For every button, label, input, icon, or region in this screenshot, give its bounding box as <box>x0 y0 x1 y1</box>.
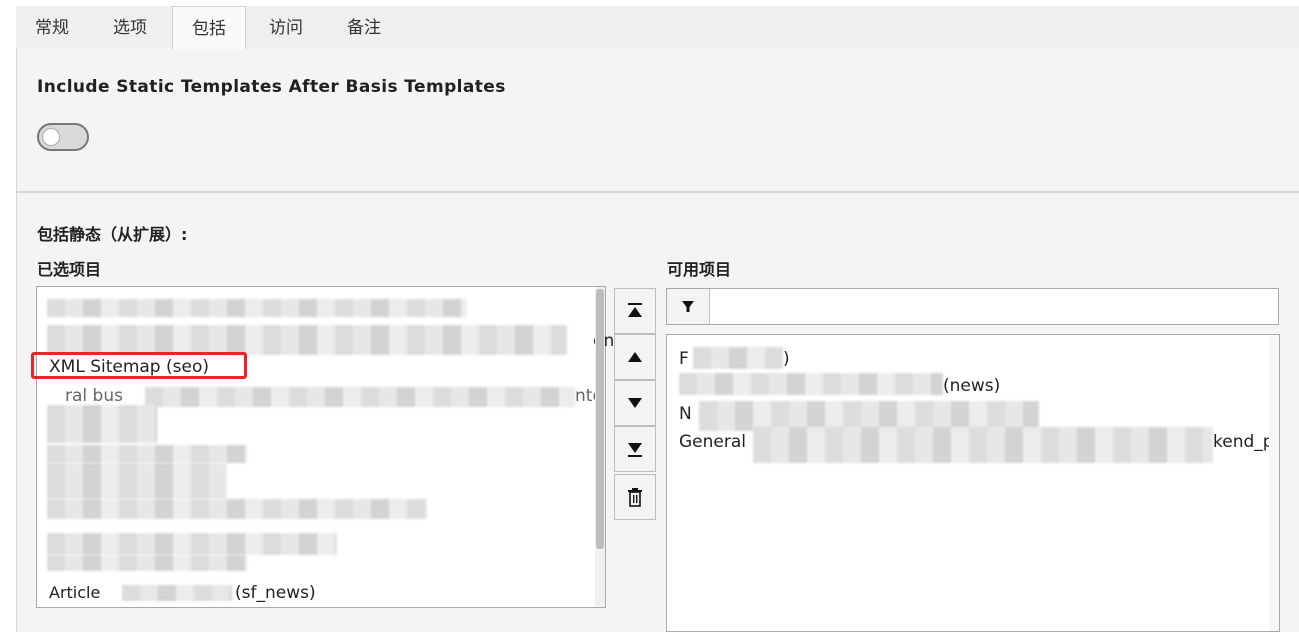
toggle-knob <box>42 128 60 146</box>
blurred-item <box>47 299 467 317</box>
move-down-button[interactable] <box>614 380 656 426</box>
tab-notes[interactable]: 备注 <box>328 6 400 50</box>
move-to-top-button[interactable] <box>614 288 656 334</box>
available-items-label: 可用项目 <box>667 260 732 279</box>
blurred-item <box>47 445 247 463</box>
blurred-item <box>47 405 157 443</box>
tab-bar: 常规 选项 包括 访问 备注 <box>16 6 1299 51</box>
selected-items-list[interactable]: ent XML Sitemap (seo) ral bus nte Articl… <box>36 286 621 608</box>
move-up-icon <box>628 352 642 362</box>
filter-icon <box>682 300 694 312</box>
list-item[interactable]: kend_p <box>1213 432 1274 452</box>
selected-items-label: 已选项目 <box>37 260 102 279</box>
include-after-basis-toggle[interactable] <box>37 123 89 151</box>
list-item[interactable]: (news) <box>943 376 1000 396</box>
move-to-top-icon <box>628 303 642 317</box>
move-up-button[interactable] <box>614 334 656 380</box>
blurred-item <box>753 427 1213 463</box>
blurred-item <box>47 555 247 571</box>
filter-button[interactable] <box>667 289 710 324</box>
move-to-bottom-icon <box>628 443 642 457</box>
tab-options[interactable]: 选项 <box>94 6 166 50</box>
list-item[interactable]: Article <box>49 583 100 602</box>
list-item[interactable]: ral bus <box>65 386 123 406</box>
list-item[interactable]: General <box>679 432 746 452</box>
filter-input[interactable] <box>711 289 1280 326</box>
tab-general[interactable]: 常规 <box>16 6 88 50</box>
list-item[interactable]: ) <box>783 349 790 369</box>
include-after-basis-section: Include Static Templates After Basis Tem… <box>17 49 1299 193</box>
available-items-list[interactable]: F ) (news) N General kend_p <box>666 334 1280 632</box>
list-item[interactable]: F <box>679 349 689 369</box>
scroll-thumb[interactable] <box>596 289 604 549</box>
blurred-item <box>47 533 337 555</box>
available-list-scrollbar[interactable] <box>1269 335 1279 631</box>
tab-include[interactable]: 包括 <box>172 6 246 51</box>
list-item[interactable]: N <box>679 404 692 424</box>
move-to-bottom-button[interactable] <box>614 426 656 472</box>
include-after-basis-title: Include Static Templates After Basis Tem… <box>37 77 506 97</box>
blurred-item <box>47 499 427 519</box>
tab-access[interactable]: 访问 <box>250 6 322 50</box>
include-static-title: 包括静态（从扩展）: <box>37 225 188 244</box>
blurred-item <box>47 325 567 355</box>
trash-icon <box>628 488 642 507</box>
highlight-box <box>31 352 247 379</box>
selected-list-scrollbar[interactable] <box>595 287 605 607</box>
move-down-icon <box>628 398 642 408</box>
blurred-item <box>693 347 783 369</box>
delete-button[interactable] <box>614 474 656 520</box>
filter-input-group <box>666 288 1280 326</box>
blurred-item <box>122 585 232 601</box>
blurred-item <box>679 373 943 395</box>
blurred-item <box>145 387 575 407</box>
list-item[interactable]: (sf_news) <box>235 583 316 603</box>
blurred-item <box>47 463 227 499</box>
